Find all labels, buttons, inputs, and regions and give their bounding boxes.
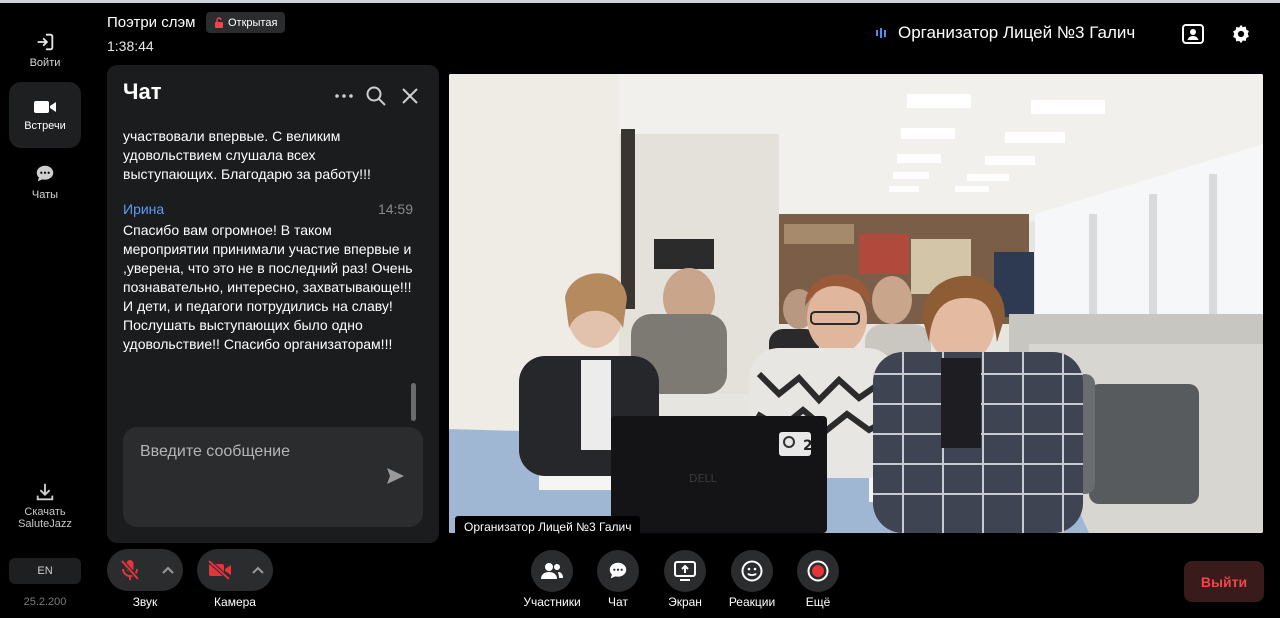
rail-meetings-button[interactable]: Встречи [9,82,81,148]
chat-scrollbar[interactable] [411,383,416,421]
meeting-status-badge: Открытая [206,12,286,33]
gear-icon [1233,24,1249,44]
participants-icon [541,563,563,579]
settings-button[interactable] [1228,21,1254,47]
chat-message-text: Спасибо вам огромное! В таком мероприяти… [123,222,413,352]
camera-control [197,549,273,591]
audio-level-icon [876,28,886,38]
microphone-toggle-button[interactable] [107,549,153,591]
camera-off-icon [207,560,231,580]
meeting-title: Поэтри слэм [107,14,196,31]
chat-input-box [123,427,423,527]
microphone-control [107,549,183,591]
chat-message-list: участвовали впервые. С великим удовольст… [123,127,413,427]
send-arrow-icon [387,468,404,484]
rail-chats-label: Чаты [31,189,59,201]
laptop-sticker-number: 2 [803,438,813,454]
rail-meetings-label: Встречи [24,120,66,132]
chat-more-button[interactable] [332,84,356,108]
video-camera-icon [34,101,56,113]
download-icon [36,483,54,501]
laptop-logo: DELL [689,472,718,485]
language-switch[interactable]: EN [9,558,81,584]
screen-share-icon [674,561,696,581]
app-version: 25.2.200 [23,596,67,608]
rail-login-label: Войти [29,57,61,69]
chat-bubble-icon [609,562,627,579]
chat-message-author: Ирина [123,201,165,217]
classroom-video-frame: 2 DELL [449,74,1263,533]
left-rail: Войти Встречи Чаты Скачать SaluteJazz EN… [0,3,90,618]
microphone-off-icon [120,559,140,581]
participant-video[interactable]: 2 DELL [449,74,1263,533]
camera-label: Камера [214,595,256,609]
more-dots-icon [335,94,353,98]
chat-message-header: Ирина 14:59 [123,201,413,217]
search-icon [366,86,386,106]
rail-chats-button[interactable]: Чаты [9,149,81,215]
record-icon [807,560,829,582]
chat-message-text: участвовали впервые. С великим удовольст… [123,128,371,182]
meeting-timer: 1:38:44 [107,38,154,54]
login-icon [37,33,54,51]
rail-download-button[interactable]: Скачать SaluteJazz [9,481,81,541]
smiley-icon [741,560,763,582]
chat-bubble-icon [36,165,54,182]
send-button[interactable] [383,464,407,488]
window-top-border [0,0,1280,3]
microphone-options-button[interactable] [155,549,181,591]
chat-close-button[interactable] [398,84,422,108]
person-frame-icon [1182,24,1204,44]
active-speaker: Организатор Лицей №3 Галич [876,23,1135,43]
reactions-button[interactable] [731,550,773,592]
rail-login-button[interactable]: Войти [9,17,81,83]
chat-button[interactable] [597,550,639,592]
camera-options-button[interactable] [245,549,271,591]
chevron-up-icon [162,566,174,574]
meeting-status-label: Открытая [228,16,278,29]
microphone-label: Звук [132,595,158,609]
exit-button[interactable]: Выйти [1184,561,1264,602]
layout-toggle-button[interactable] [1180,21,1206,47]
chat-title: Чат [123,79,162,104]
chat-message-input[interactable] [140,443,370,503]
screen-share-button[interactable] [664,550,706,592]
participants-button[interactable] [531,550,573,592]
rail-download-label: Скачать SaluteJazz [18,506,72,530]
participant-name-tag: Организатор Лицей №3 Галич [455,516,641,537]
chevron-up-icon [252,566,264,574]
active-speaker-name: Организатор Лицей №3 Галич [898,23,1136,42]
chat-message-time: 14:59 [377,201,413,217]
chat-search-button[interactable] [364,84,388,108]
unlock-icon [215,17,223,28]
more-label: Ещё [805,595,831,609]
close-icon [402,88,418,104]
chat-panel: Чат участвовали впервые. С великим удово… [107,65,439,543]
camera-toggle-button[interactable] [197,549,243,591]
more-button[interactable] [797,550,839,592]
